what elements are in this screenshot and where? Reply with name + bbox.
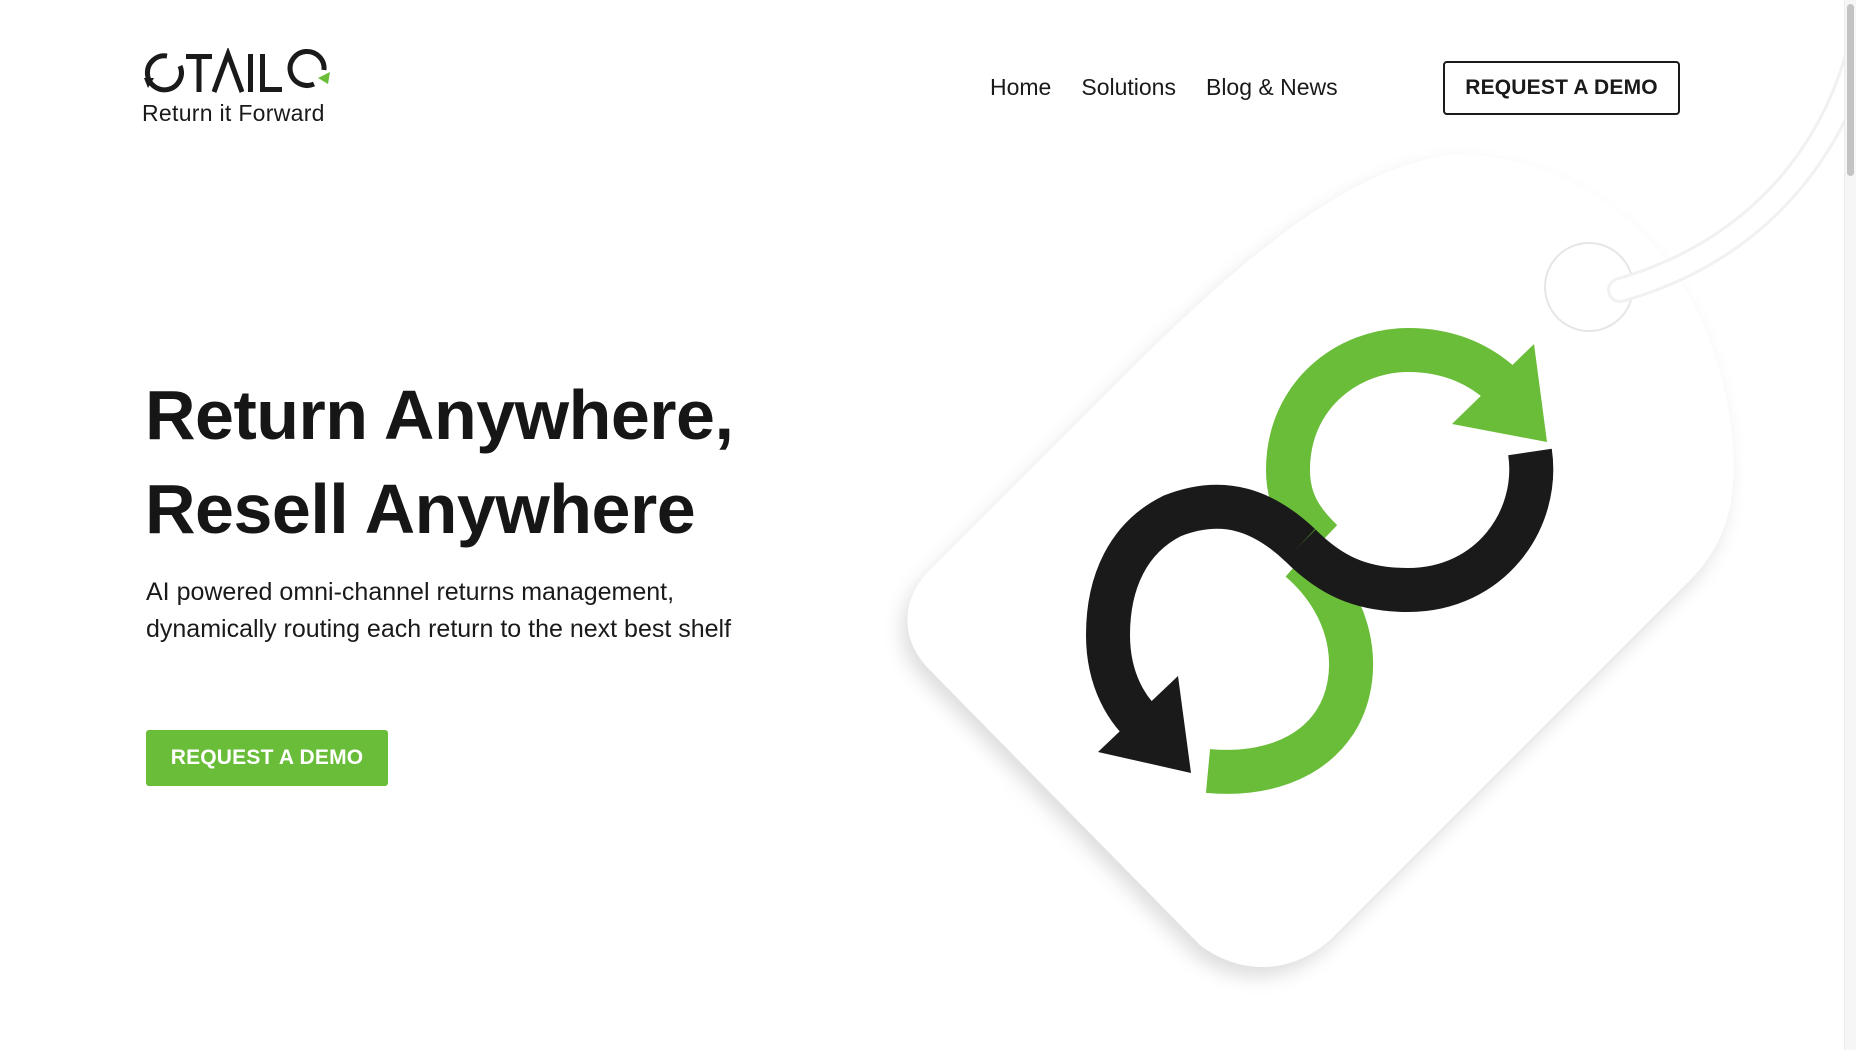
hero-title-line-2: Resell Anywhere	[145, 470, 696, 548]
scrollbar-thumb[interactable]	[1847, 4, 1854, 176]
logo-wordmark	[144, 48, 330, 93]
tag-hole	[1544, 242, 1634, 332]
main-nav: Home Solutions Blog & News	[990, 74, 1338, 101]
header-request-demo-button[interactable]: REQUEST A DEMO	[1443, 61, 1680, 115]
hero-subtitle: AI powered omni-channel returns manageme…	[146, 578, 732, 643]
nav-solutions[interactable]: Solutions	[1081, 74, 1176, 101]
page: Return it Forward Home Solutions Blog & …	[0, 0, 1856, 1050]
price-tag-shape	[907, 47, 1856, 967]
infinity-return-arrows-icon	[1085, 327, 1554, 794]
page-scrollbar[interactable]	[1844, 0, 1856, 1050]
hero-request-demo-button[interactable]: REQUEST A DEMO	[146, 730, 388, 786]
brand-logo[interactable]: Return it Forward	[140, 48, 340, 130]
nav-blog-news[interactable]: Blog & News	[1206, 74, 1338, 101]
nav-home[interactable]: Home	[990, 74, 1051, 101]
logo-tagline: Return it Forward	[142, 100, 325, 126]
hero-title: Return Anywhere, Resell Anywhere	[145, 368, 734, 556]
hero-title-line-1: Return Anywhere,	[145, 376, 734, 454]
